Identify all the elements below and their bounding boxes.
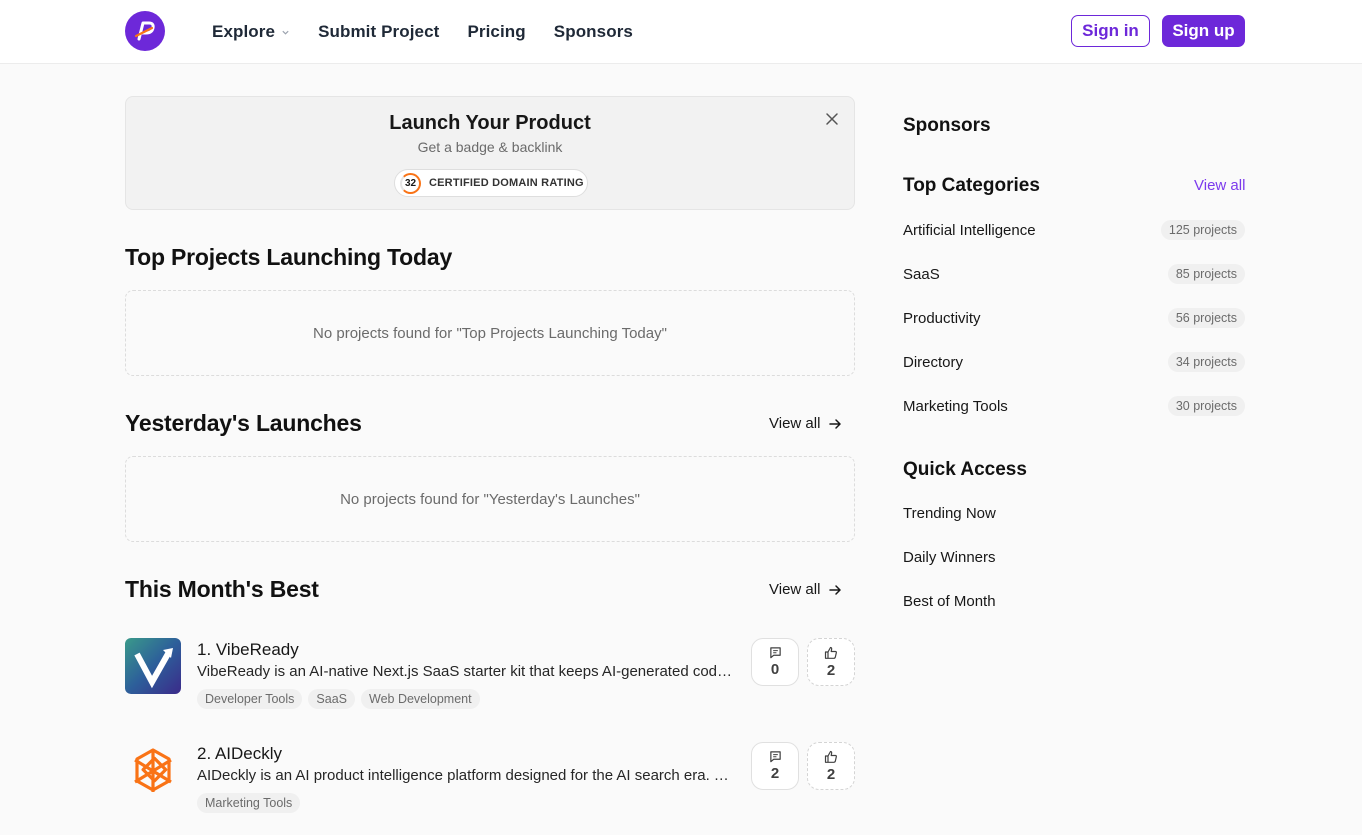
banner-title: Launch Your Product	[389, 112, 591, 134]
category-name: Artificial Intelligence	[903, 221, 1036, 239]
comment-count: 2	[770, 765, 780, 782]
category-item[interactable]: SaaS 85 projects	[903, 262, 1245, 286]
upvote-button[interactable]: 2	[807, 742, 855, 790]
comment-icon	[769, 647, 781, 659]
categories-view-all-link[interactable]: View all	[1194, 177, 1245, 194]
upvote-button[interactable]: 2	[807, 638, 855, 686]
project-tag[interactable]: Marketing Tools	[197, 793, 301, 813]
category-name: Productivity	[903, 309, 981, 327]
project-tag[interactable]: SaaS	[308, 689, 355, 709]
project-tag[interactable]: Web Development	[361, 689, 480, 709]
close-icon[interactable]	[825, 112, 839, 126]
main-nav: Explore Submit Project Pricing Sponsors	[212, 0, 661, 64]
domain-rating-label: CERTIFIED DOMAIN RATING	[429, 177, 584, 189]
comment-count: 0	[770, 661, 780, 678]
project-name[interactable]: 1. VibeReady	[197, 640, 299, 660]
view-all-label: View all	[769, 415, 821, 432]
project-row[interactable]: 1. VibeReady VibeReady is an AI-native N…	[125, 638, 855, 718]
section-title-yesterday: Yesterday's Launches	[125, 410, 362, 436]
project-description: VibeReady is an AI-native Next.js SaaS s…	[197, 663, 737, 680]
category-name: SaaS	[903, 265, 940, 283]
vote-count: 2	[826, 765, 836, 783]
nav-explore[interactable]: Explore	[212, 22, 290, 42]
thumbs-up-icon	[824, 646, 837, 659]
empty-state-today: No projects found for "Top Projects Laun…	[125, 290, 855, 376]
category-count-badge: 30 projects	[1167, 396, 1245, 416]
comment-icon	[769, 751, 781, 763]
banner-subtitle: Get a badge & backlink	[417, 139, 563, 155]
nav-submit-project[interactable]: Submit Project	[318, 22, 439, 42]
sponsors-heading: Sponsors	[903, 115, 991, 136]
project-tag[interactable]: Developer Tools	[197, 689, 303, 709]
category-count-badge: 34 projects	[1167, 352, 1245, 372]
site-logo[interactable]	[125, 11, 165, 51]
project-tags: Developer Tools SaaS Web Development	[197, 689, 486, 709]
thumbs-up-icon	[824, 750, 837, 763]
chevron-down-icon	[281, 28, 290, 37]
quick-link-best-of-month[interactable]: Best of Month	[903, 593, 996, 610]
top-categories-heading: Top Categories	[903, 175, 1040, 196]
quick-access-heading: Quick Access	[903, 459, 1027, 480]
project-tags: Marketing Tools	[197, 793, 306, 813]
category-count-badge: 85 projects	[1167, 264, 1245, 284]
category-item[interactable]: Directory 34 projects	[903, 350, 1245, 374]
quick-link-trending[interactable]: Trending Now	[903, 505, 996, 522]
category-item[interactable]: Marketing Tools 30 projects	[903, 394, 1245, 418]
nav-pricing[interactable]: Pricing	[467, 22, 525, 42]
category-name: Directory	[903, 353, 964, 371]
nav-explore-label: Explore	[212, 22, 276, 41]
launch-banner: Launch Your Product Get a badge & backli…	[125, 96, 855, 210]
aideckly-logo-icon	[125, 742, 181, 798]
quick-link-daily-winners[interactable]: Daily Winners	[903, 549, 996, 566]
view-all-yesterday-link[interactable]: View all	[769, 415, 842, 432]
category-count-badge: 125 projects	[1160, 220, 1245, 240]
comment-button[interactable]: 0	[751, 638, 799, 686]
category-item[interactable]: Artificial Intelligence 125 projects	[903, 218, 1245, 242]
view-all-label: View all	[769, 581, 821, 598]
arrow-right-icon	[829, 584, 842, 595]
category-name: Marketing Tools	[903, 397, 1008, 415]
sign-in-button[interactable]: Sign in	[1071, 15, 1150, 47]
view-all-month-link[interactable]: View all	[769, 581, 842, 598]
section-title-today: Top Projects Launching Today	[125, 244, 453, 270]
category-count-badge: 56 projects	[1167, 308, 1245, 328]
project-description: AIDeckly is an AI product intelligence p…	[197, 767, 737, 784]
comment-button[interactable]: 2	[751, 742, 799, 790]
arrow-right-icon	[829, 418, 842, 429]
logo-mark-icon	[134, 21, 155, 41]
section-title-month: This Month's Best	[125, 576, 319, 602]
project-row[interactable]: 2. AIDeckly AIDeckly is an AI product in…	[125, 742, 855, 822]
project-name[interactable]: 2. AIDeckly	[197, 744, 282, 764]
nav-sponsors[interactable]: Sponsors	[554, 22, 633, 42]
category-item[interactable]: Productivity 56 projects	[903, 306, 1245, 330]
top-header: Explore Submit Project Pricing Sponsors …	[0, 0, 1362, 64]
domain-rating-badge[interactable]: 32 CERTIFIED DOMAIN RATING	[394, 169, 588, 197]
domain-rating-score: 32	[400, 172, 421, 194]
vote-count: 2	[826, 661, 836, 679]
sign-up-button[interactable]: Sign up	[1162, 15, 1245, 47]
empty-state-yesterday: No projects found for "Yesterday's Launc…	[125, 456, 855, 542]
vibeready-logo-icon	[125, 638, 181, 694]
